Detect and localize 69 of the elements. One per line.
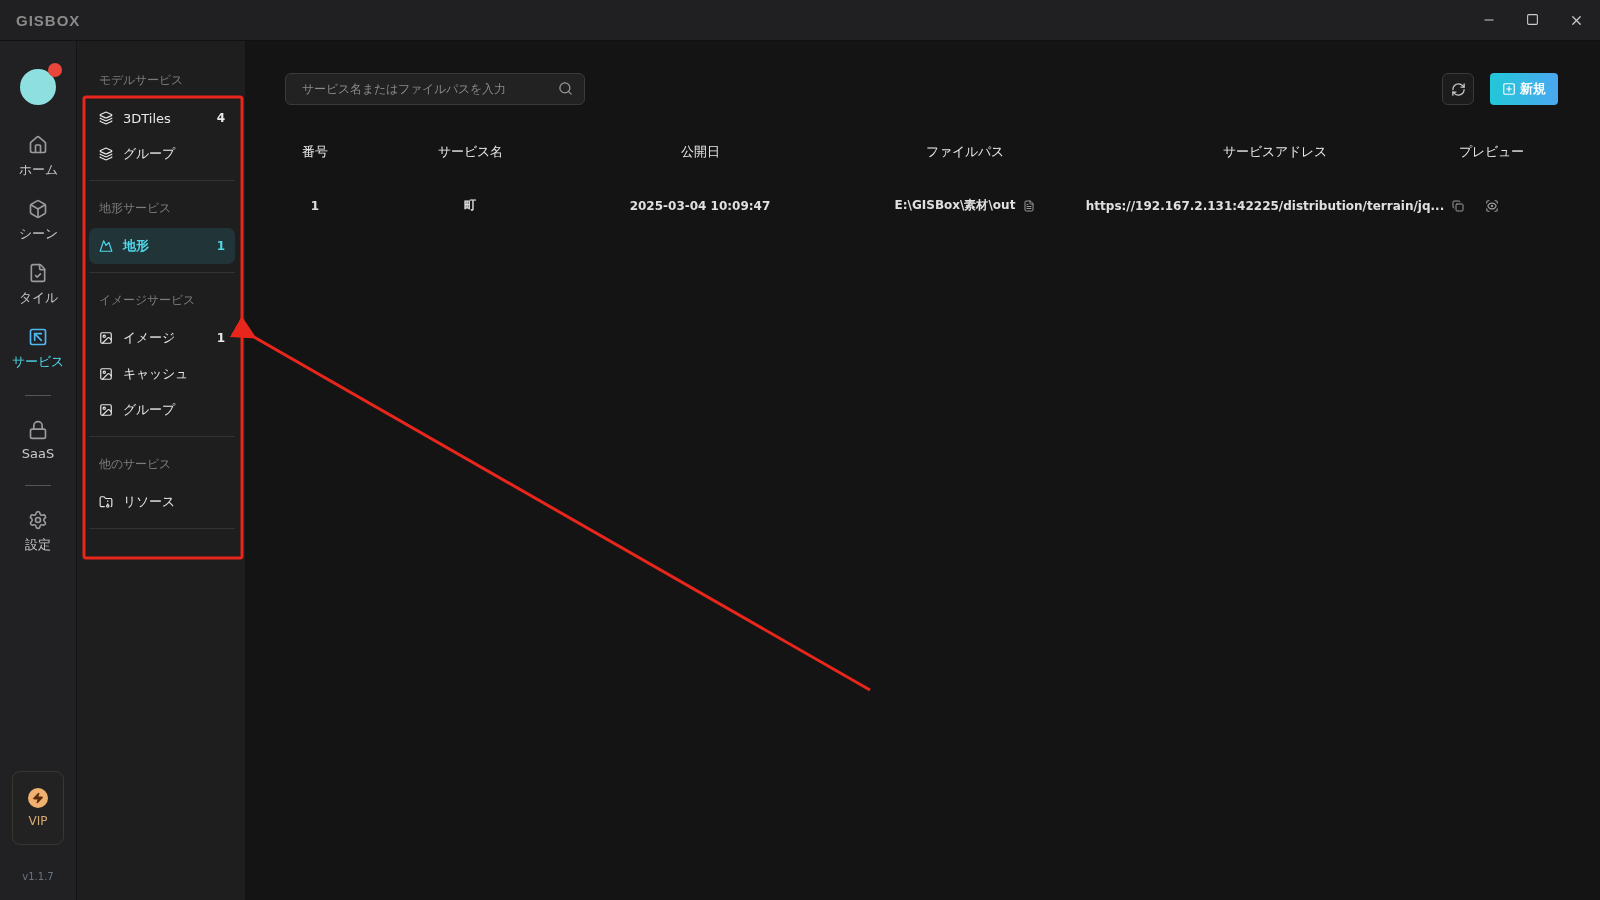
saas-icon — [28, 420, 48, 440]
sidebar-item[interactable]: 3DTiles 4 — [89, 100, 235, 136]
copy-icon[interactable] — [1452, 199, 1465, 212]
settings-icon — [28, 510, 48, 530]
column-header: 番号 — [301, 143, 329, 161]
document-icon[interactable] — [1023, 199, 1036, 212]
sidebar-item-label: イメージ — [123, 329, 176, 347]
nav-rail-label: シーン — [18, 225, 58, 243]
search-field[interactable]: サービス名またはファイルパスを入力 — [285, 73, 585, 105]
nav-rail-label: タイル — [18, 289, 58, 307]
column-header: サービス名 — [436, 143, 504, 161]
vip-button[interactable]: VIP — [12, 771, 64, 845]
sidebar-item[interactable]: グループ — [89, 392, 235, 428]
table-cell: https://192.167.2.131:42225/distribution/terrain/jq... — [1085, 198, 1445, 213]
table-cell: E:\GISBox\素材\out — [894, 197, 1016, 214]
scene-icon — [28, 199, 48, 219]
lightning-icon — [28, 788, 48, 808]
home-icon — [28, 135, 48, 155]
sidebar-item-label: 3DTiles — [123, 110, 172, 126]
app-logo: GISBOX — [16, 11, 81, 29]
nav-rail-item[interactable]: タイル — [0, 253, 76, 317]
sidebar-item[interactable]: リソース — [89, 484, 235, 520]
section-title: 地形サービス — [98, 200, 172, 217]
notification-badge — [48, 63, 62, 77]
tile-icon — [28, 263, 48, 283]
nav-rail-item[interactable]: 設定 — [0, 500, 76, 564]
sidebar-item[interactable]: グループ — [89, 136, 235, 172]
preview-icon[interactable] — [1484, 198, 1499, 213]
sidebar-item-label: グループ — [123, 145, 177, 163]
nav-rail-label: 設定 — [25, 536, 51, 554]
table-cell-text: 1 — [309, 197, 321, 215]
column-header: ファイルパス — [925, 143, 1005, 161]
image-icon — [99, 403, 113, 417]
sidebar-item-label: キャッシュ — [123, 365, 189, 383]
sidebar-item-label: リソース — [123, 493, 176, 511]
item-count: 4 — [216, 111, 225, 125]
sidebar-item[interactable]: キャッシュ — [89, 356, 235, 392]
item-count: 1 — [216, 331, 225, 345]
section-title: モデルサービス — [98, 72, 184, 89]
service-icon — [28, 327, 48, 347]
sidebar-item[interactable]: 地形 1 — [89, 228, 235, 264]
nav-rail-label: SaaS — [21, 446, 55, 461]
table-cell-text: 町 — [463, 197, 477, 214]
nav-rail-item[interactable]: ホーム — [0, 125, 76, 189]
nav-rail-item[interactable]: SaaS — [0, 410, 76, 471]
user-avatar[interactable] — [20, 69, 56, 105]
refresh-button[interactable] — [1442, 73, 1474, 105]
nav-rail-label: サービス — [12, 353, 64, 371]
section-title: イメージサービス — [98, 292, 196, 309]
maximize-icon[interactable] — [1526, 12, 1539, 28]
plus-icon — [1502, 82, 1516, 96]
sidebar-item-label: グループ — [123, 401, 177, 419]
column-header: プレビュー — [1458, 143, 1525, 161]
mountain-icon — [99, 239, 113, 253]
item-count: 1 — [216, 239, 225, 253]
column-header: 公開日 — [679, 143, 721, 161]
search-icon — [558, 81, 573, 96]
sidebar-item[interactable]: イメージ 1 — [89, 320, 235, 356]
sidebar-item-label: 地形 — [123, 237, 150, 255]
version-label: v1.1.7 — [22, 871, 54, 882]
section-title: 他のサービス — [98, 456, 172, 473]
nav-rail-item[interactable]: シーン — [0, 189, 76, 253]
nav-rail-label: ホーム — [18, 161, 58, 179]
image-icon — [99, 367, 113, 381]
refresh-icon — [1450, 81, 1466, 97]
nav-rail-item[interactable]: サービス — [0, 317, 76, 381]
image-icon — [99, 331, 113, 345]
table-cell-text: 2025-03-04 10:09:47 — [628, 197, 772, 215]
column-header: サービスアドレス — [1222, 143, 1328, 161]
